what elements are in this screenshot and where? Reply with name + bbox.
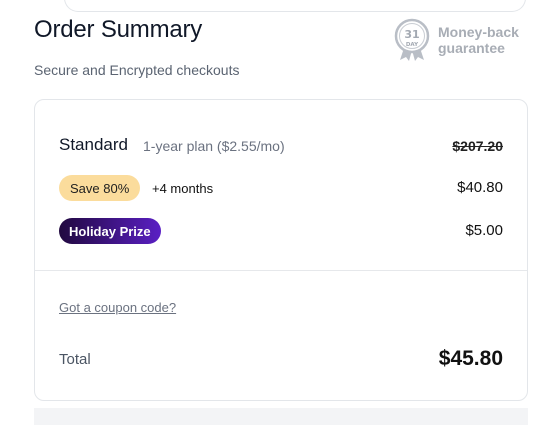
previous-card-edge <box>64 0 526 12</box>
discounted-price: $40.80 <box>457 179 503 196</box>
holiday-price: $5.00 <box>465 222 503 239</box>
guarantee-line1: Money-back <box>438 24 519 40</box>
seal-icon: 31 DAY <box>394 18 430 61</box>
extra-months: +4 months <box>152 181 214 196</box>
coupon-code-link[interactable]: Got a coupon code? <box>59 300 176 315</box>
guarantee-text: Money-back guarantee <box>438 24 519 56</box>
page-title: Order Summary <box>34 16 203 43</box>
divider <box>35 270 527 271</box>
money-back-guarantee: 31 DAY Money-back guarantee <box>392 18 519 62</box>
original-price: $207.20 <box>452 138 503 154</box>
guarantee-line2: guarantee <box>438 40 505 56</box>
seal-day-label: DAY <box>406 42 419 48</box>
seal-days: 31 <box>404 28 419 41</box>
total-value: $45.80 <box>438 347 503 370</box>
plan-detail: 1-year plan ($2.55/mo) <box>143 138 285 154</box>
save-badge: Save 80% <box>59 175 141 201</box>
page-subtitle: Secure and Encrypted checkouts <box>34 62 240 78</box>
plan-name: Standard <box>59 135 128 154</box>
next-section-edge <box>34 408 528 425</box>
total-label: Total <box>59 351 91 368</box>
order-summary-card: Standard 1-year plan ($2.55/mo) $207.20 … <box>34 99 528 401</box>
holiday-prize-badge: Holiday Prize <box>59 218 161 244</box>
